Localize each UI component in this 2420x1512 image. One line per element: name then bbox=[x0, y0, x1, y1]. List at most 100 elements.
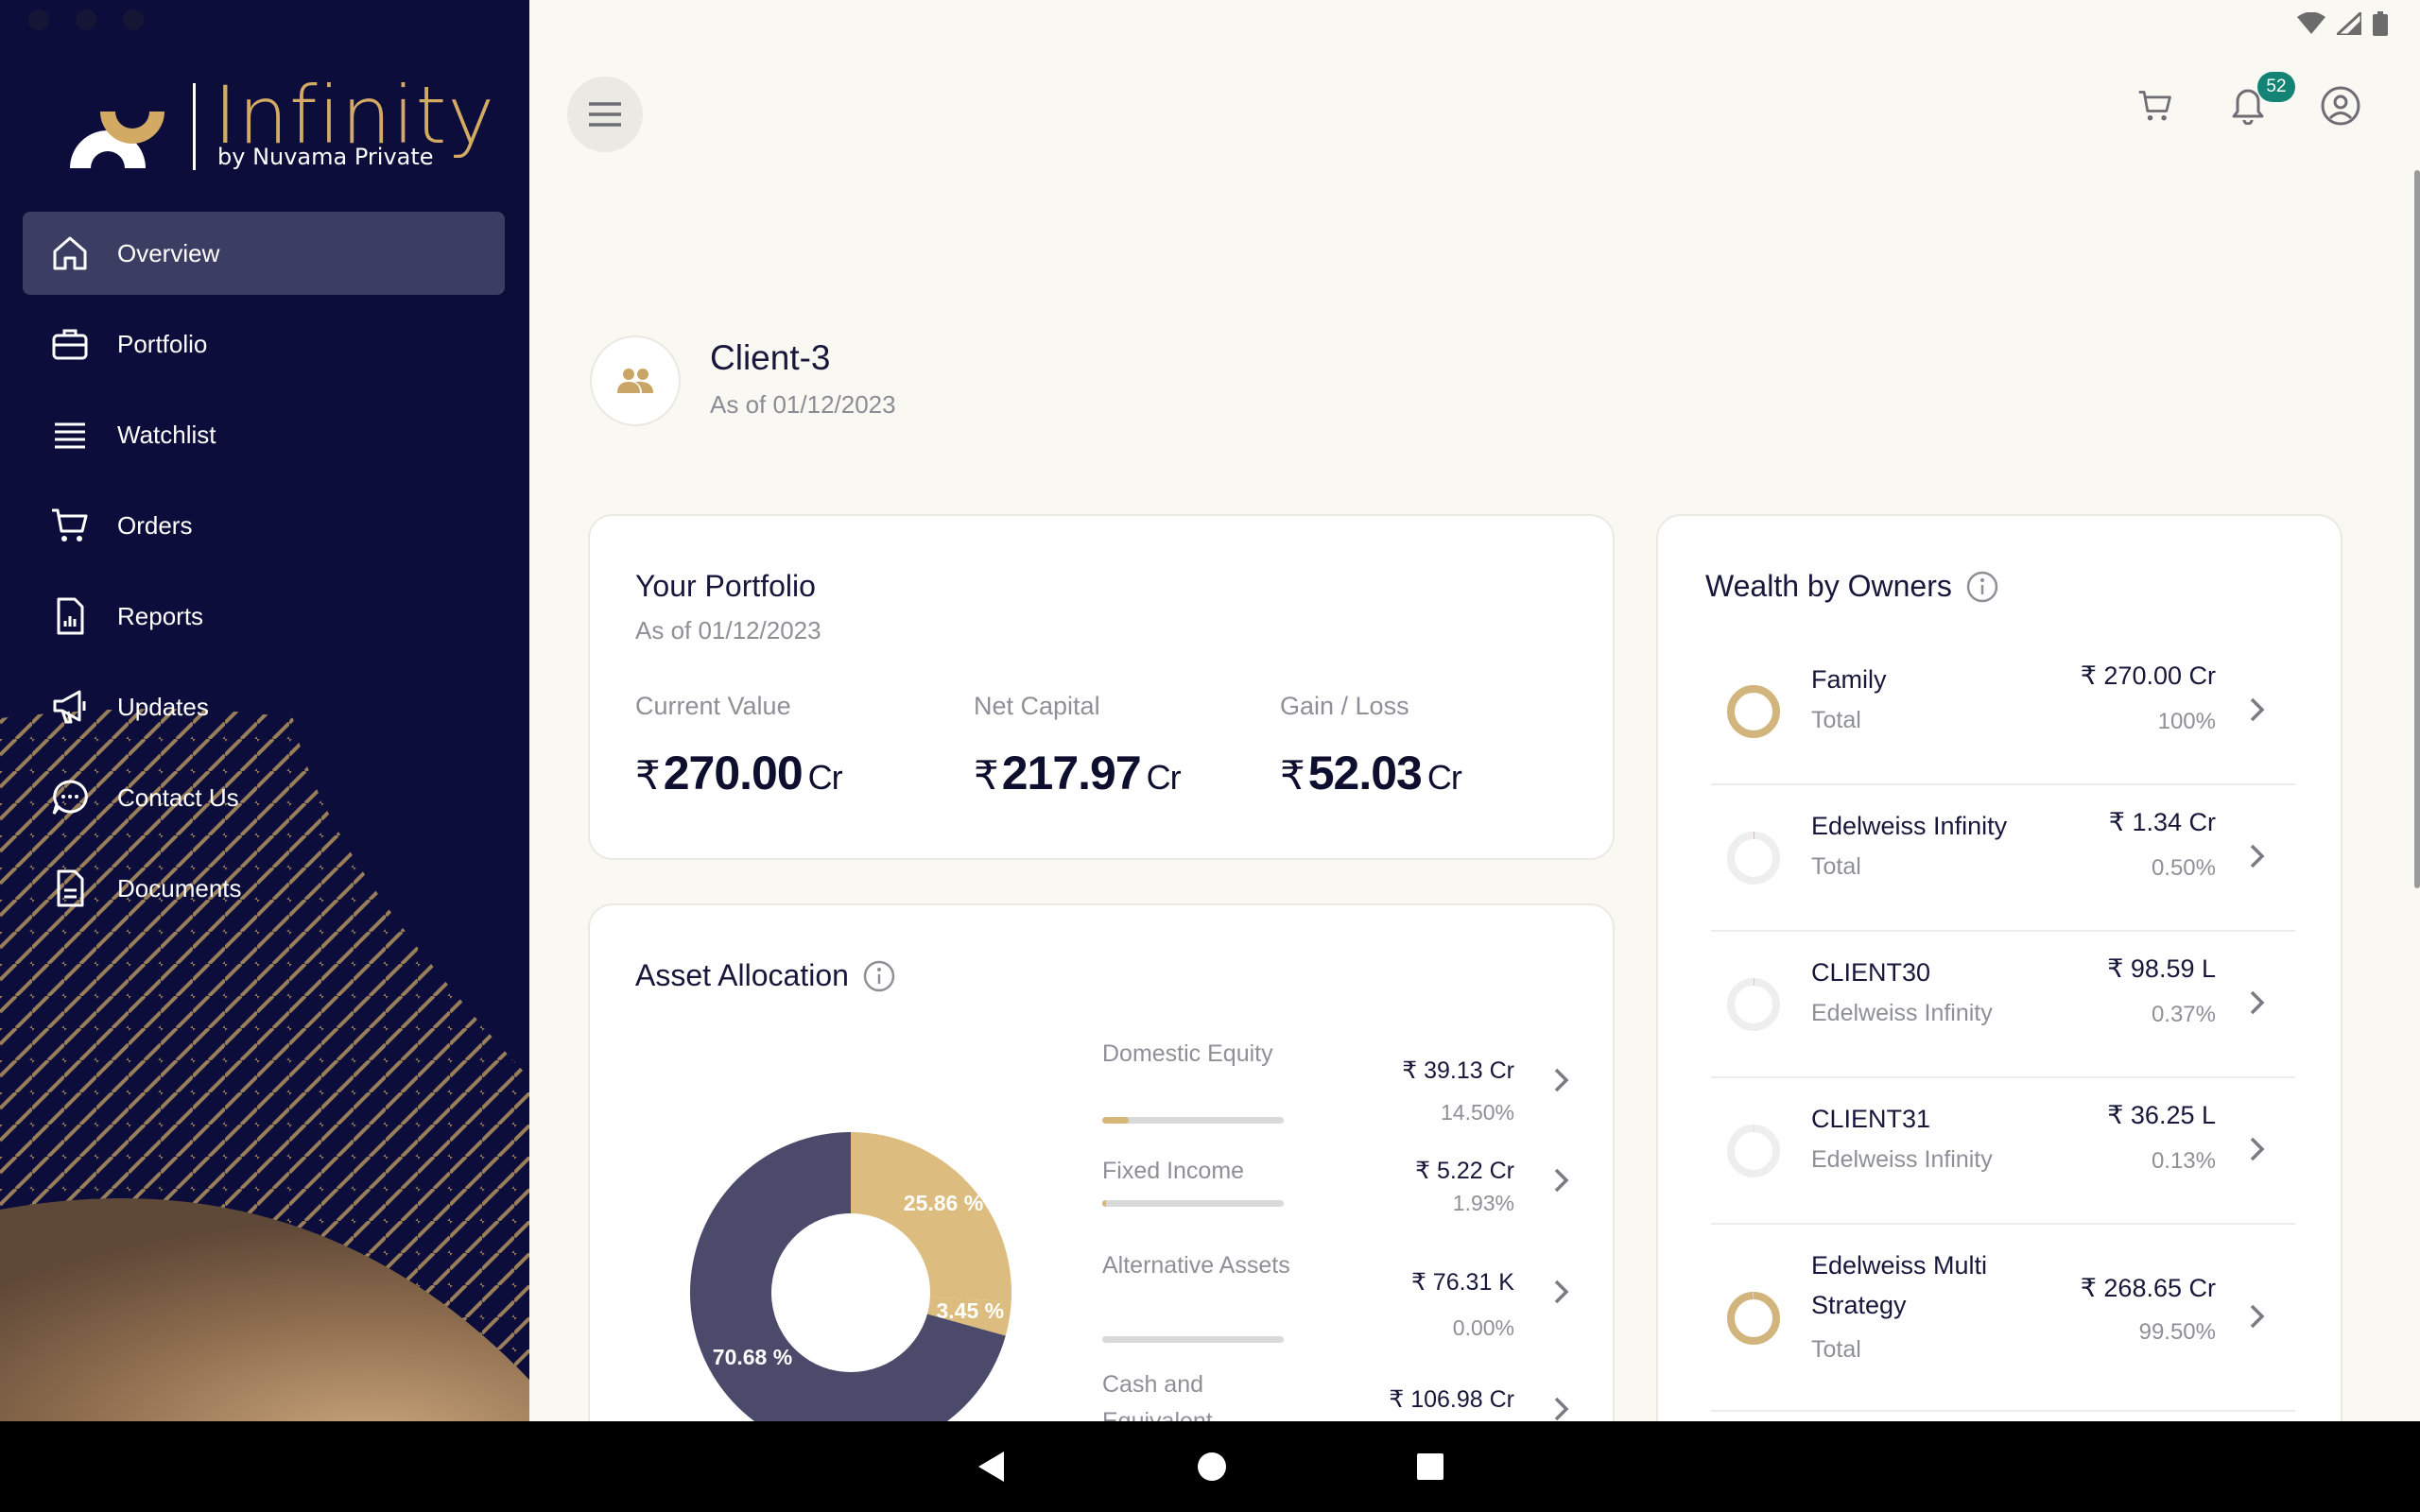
portfolio-title: Your Portfolio bbox=[635, 569, 816, 603]
allocation-bar-fill bbox=[1102, 1117, 1129, 1124]
sidebar-item-label: Overview bbox=[117, 238, 220, 267]
sidebar-item-orders[interactable]: Orders bbox=[23, 484, 505, 567]
owner-percent: 0.37% bbox=[2151, 1002, 2216, 1027]
wifi-icon bbox=[2297, 12, 2325, 34]
owner-amount: ₹ 268.65 Cr bbox=[2080, 1274, 2216, 1302]
hamburger-icon bbox=[589, 102, 621, 127]
client-avatar[interactable] bbox=[590, 335, 681, 426]
cart-button[interactable] bbox=[2131, 81, 2180, 130]
sidebar-item-reports[interactable]: Reports bbox=[23, 575, 505, 658]
system-navigation-bar bbox=[0, 1421, 2420, 1512]
wealth-by-owners-header: Wealth by Owners bbox=[1705, 569, 1999, 604]
sidebar-item-watchlist[interactable]: Watchlist bbox=[23, 393, 505, 476]
owner-subtitle: Edelweiss Infinity bbox=[1811, 1146, 1993, 1173]
owner-share-ring bbox=[1727, 978, 1780, 1031]
sidebar-item-label: Contact Us bbox=[117, 782, 239, 812]
asset-allocation-title: Asset Allocation bbox=[635, 958, 849, 992]
sidebar-item-label: Updates bbox=[117, 692, 209, 721]
allocation-bar bbox=[1102, 1200, 1284, 1207]
client-name: Client-3 bbox=[710, 338, 831, 377]
sidebar-item-label: Orders bbox=[117, 510, 193, 540]
owner-amount: ₹ 98.59 L bbox=[2107, 954, 2216, 983]
notification-badge: 52 bbox=[2257, 72, 2295, 102]
owner-subtitle: Total bbox=[1811, 853, 1861, 880]
portfolio-card[interactable]: Your Portfolio As of 01/12/2023 Current … bbox=[588, 514, 1615, 860]
megaphone-icon bbox=[23, 665, 117, 748]
allocation-row-alternative-assets[interactable]: Alternative Assets ₹ 76.31 K 0.00% bbox=[1102, 1247, 1575, 1366]
metric-value: ₹52.03 Cr bbox=[1280, 746, 1462, 800]
metric-net-capital: Net Capital ₹217.97 Cr bbox=[974, 692, 1182, 800]
brand-logo: Infinity by Nuvama Private bbox=[62, 68, 494, 181]
chevron-right-icon bbox=[2250, 1137, 2265, 1161]
info-icon[interactable] bbox=[1965, 570, 1999, 604]
chevron-right-icon bbox=[1554, 1397, 1569, 1421]
menu-button[interactable] bbox=[567, 77, 643, 152]
allocation-amount: ₹ 5.22 Cr bbox=[1415, 1158, 1514, 1184]
owner-row-edelweiss-infinity[interactable]: Edelweiss Infinity Total ₹ 1.34 Cr 0.50% bbox=[1711, 785, 2295, 932]
report-icon bbox=[23, 575, 117, 658]
sidebar-item-label: Documents bbox=[117, 873, 242, 902]
asset-allocation-donut-chart[interactable]: 25.86 % 3.45 % 70.68 % bbox=[690, 1132, 1011, 1453]
owner-subtitle: Total bbox=[1811, 707, 1861, 733]
allocation-percent: 0.00% bbox=[1452, 1315, 1514, 1340]
allocation-bar bbox=[1102, 1336, 1284, 1343]
currency-symbol: ₹ bbox=[635, 753, 661, 798]
allocation-amount: ₹ 106.98 Cr bbox=[1389, 1386, 1514, 1413]
asset-allocation-list: Domestic Equity ₹ 39.13 Cr 14.50% Fixed … bbox=[1102, 1036, 1575, 1461]
profile-button[interactable] bbox=[2316, 81, 2365, 130]
metric-value: ₹270.00 Cr bbox=[635, 746, 843, 800]
owner-share-ring bbox=[1727, 832, 1780, 885]
sidebar-item-portfolio[interactable]: Portfolio bbox=[23, 302, 505, 386]
metric-unit: Cr bbox=[1146, 758, 1182, 797]
user-circle-icon bbox=[2321, 86, 2360, 126]
home-circle-icon[interactable] bbox=[1197, 1452, 1227, 1482]
allocation-amount: ₹ 76.31 K bbox=[1410, 1269, 1514, 1296]
cart-icon bbox=[23, 484, 117, 567]
owner-subtitle: Total bbox=[1811, 1336, 1861, 1363]
donut-slice-label: 25.86 % bbox=[904, 1191, 983, 1215]
currency-symbol: ₹ bbox=[974, 753, 999, 798]
sidebar-item-documents[interactable]: Documents bbox=[23, 847, 505, 930]
donut-slice-label: 70.68 % bbox=[713, 1345, 792, 1369]
metric-label: Gain / Loss bbox=[1280, 692, 1409, 720]
signal-icon bbox=[2337, 12, 2361, 35]
allocation-row-fixed-income[interactable]: Fixed Income ₹ 5.22 Cr 1.93% bbox=[1102, 1153, 1575, 1247]
briefcase-icon bbox=[23, 302, 117, 386]
notifications-button[interactable]: 52 bbox=[2223, 72, 2295, 130]
chevron-right-icon bbox=[2250, 1304, 2265, 1329]
sidebar-item-overview[interactable]: Overview bbox=[23, 212, 505, 295]
owner-percent: 100% bbox=[2157, 709, 2216, 734]
chevron-right-icon bbox=[1554, 1280, 1569, 1304]
sidebar-item-contact-us[interactable]: Contact Us bbox=[23, 756, 505, 839]
back-icon[interactable] bbox=[976, 1450, 1008, 1484]
infinity-logo-icon bbox=[70, 112, 164, 168]
owner-row-client30[interactable]: CLIENT30 Edelweiss Infinity ₹ 98.59 L 0.… bbox=[1711, 932, 2295, 1078]
recents-icon[interactable] bbox=[1416, 1452, 1444, 1481]
donut-slice-domestic-equity[interactable] bbox=[851, 1132, 1011, 1302]
metric-label: Current Value bbox=[635, 692, 791, 720]
sidebar-item-updates[interactable]: Updates bbox=[23, 665, 505, 748]
owner-name: Family bbox=[1811, 665, 1887, 694]
owner-row-client31[interactable]: CLIENT31 Edelweiss Infinity ₹ 36.25 L 0.… bbox=[1711, 1078, 2295, 1225]
list-icon bbox=[23, 393, 117, 476]
owner-share-ring bbox=[1727, 1125, 1780, 1177]
metric-value: ₹217.97 Cr bbox=[974, 746, 1182, 800]
allocation-name: Domestic Equity bbox=[1102, 1040, 1273, 1067]
topbar-actions: 52 bbox=[2131, 72, 2365, 130]
allocation-bar-fill bbox=[1102, 1200, 1106, 1207]
page-scrollbar[interactable] bbox=[2414, 170, 2420, 888]
allocation-percent: 1.93% bbox=[1452, 1191, 1514, 1215]
sidebar-nav: Overview Portfolio Watchlist Orders Repo… bbox=[23, 212, 505, 937]
wealth-by-owners-card: Wealth by Owners Family Total ₹ 270.00 C… bbox=[1656, 514, 2342, 1512]
metric-amount: 52.03 bbox=[1307, 747, 1423, 799]
sidebar-item-label: Watchlist bbox=[117, 420, 216, 449]
owner-percent: 99.50% bbox=[2138, 1319, 2216, 1345]
owner-row-edelweiss-multi-strategy[interactable]: Edelweiss Multi Strategy Total ₹ 268.65 … bbox=[1711, 1225, 2295, 1412]
metric-label: Net Capital bbox=[974, 692, 1100, 720]
owner-row-family[interactable]: Family Total ₹ 270.00 Cr 100% bbox=[1711, 639, 2295, 785]
status-dot bbox=[28, 9, 49, 30]
allocation-bar bbox=[1102, 1117, 1284, 1124]
status-bar bbox=[2297, 8, 2388, 40]
allocation-row-domestic-equity[interactable]: Domestic Equity ₹ 39.13 Cr 14.50% bbox=[1102, 1036, 1575, 1153]
info-icon[interactable] bbox=[862, 959, 896, 993]
